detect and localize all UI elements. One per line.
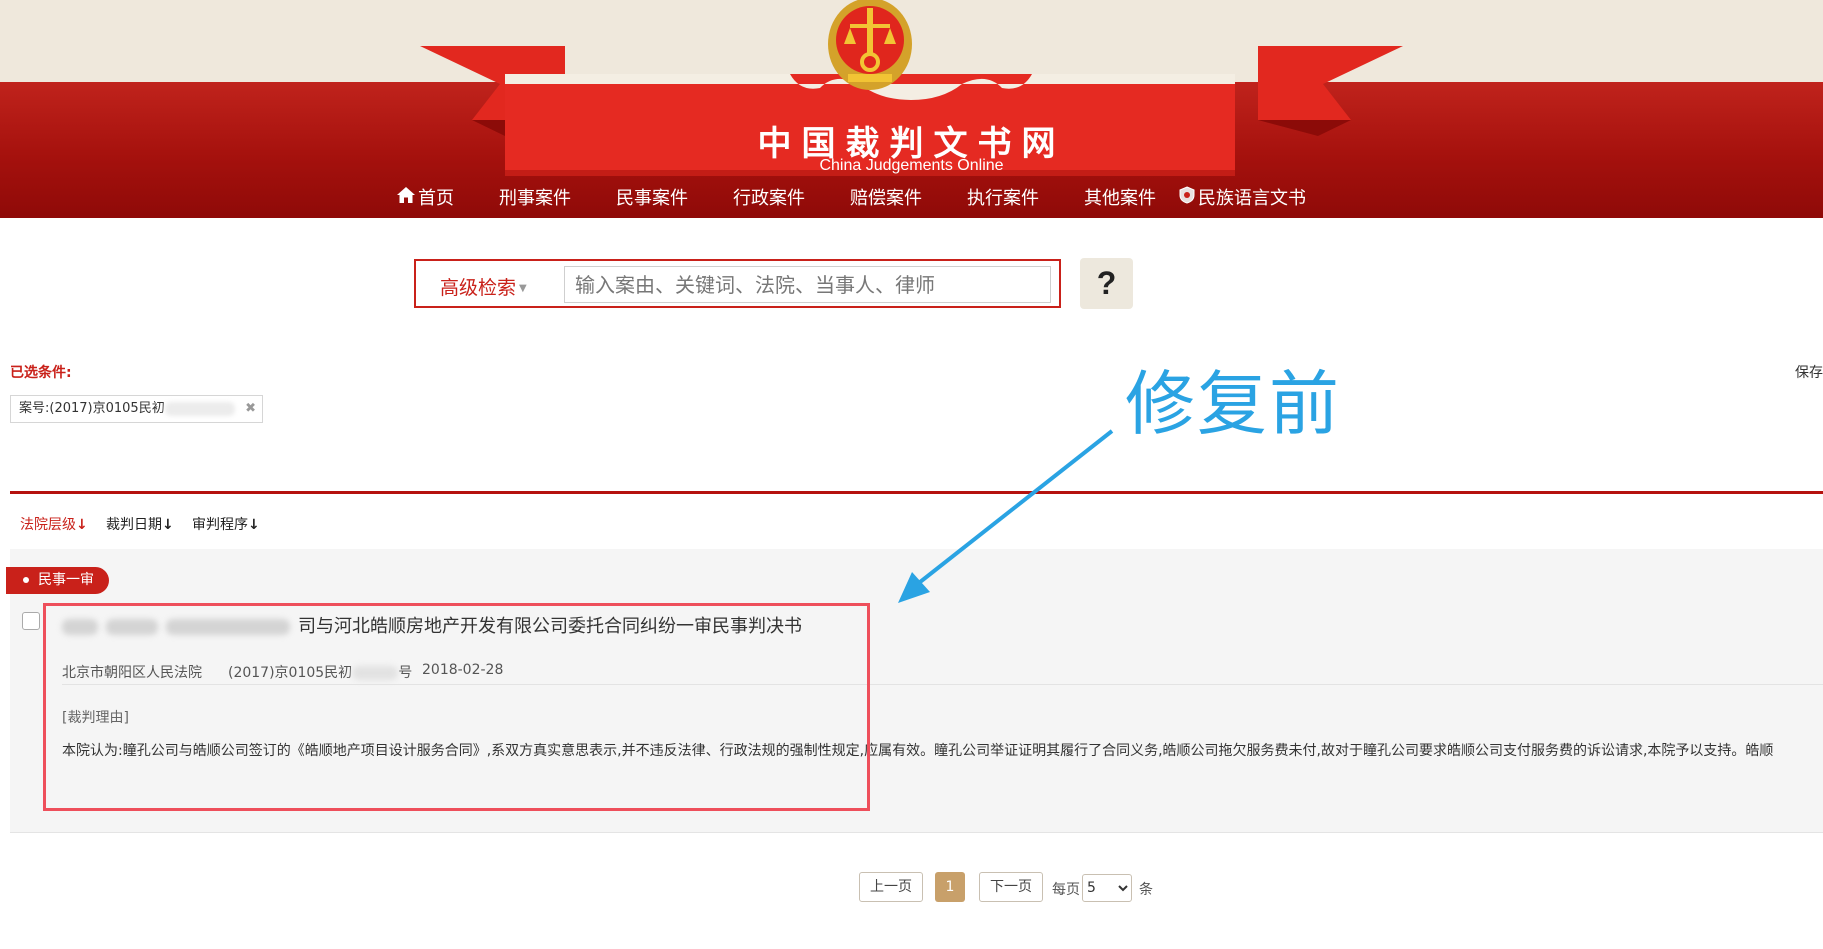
- current-page-button[interactable]: 1: [935, 872, 965, 902]
- per-page-label: 每页: [1052, 882, 1080, 898]
- prev-page-button[interactable]: 上一页: [859, 872, 923, 902]
- per-page-unit: 条: [1139, 882, 1153, 898]
- next-page-button[interactable]: 下一页: [979, 872, 1043, 902]
- annotation-arrow-icon: [0, 0, 1823, 949]
- per-page-select[interactable]: 5: [1082, 874, 1132, 902]
